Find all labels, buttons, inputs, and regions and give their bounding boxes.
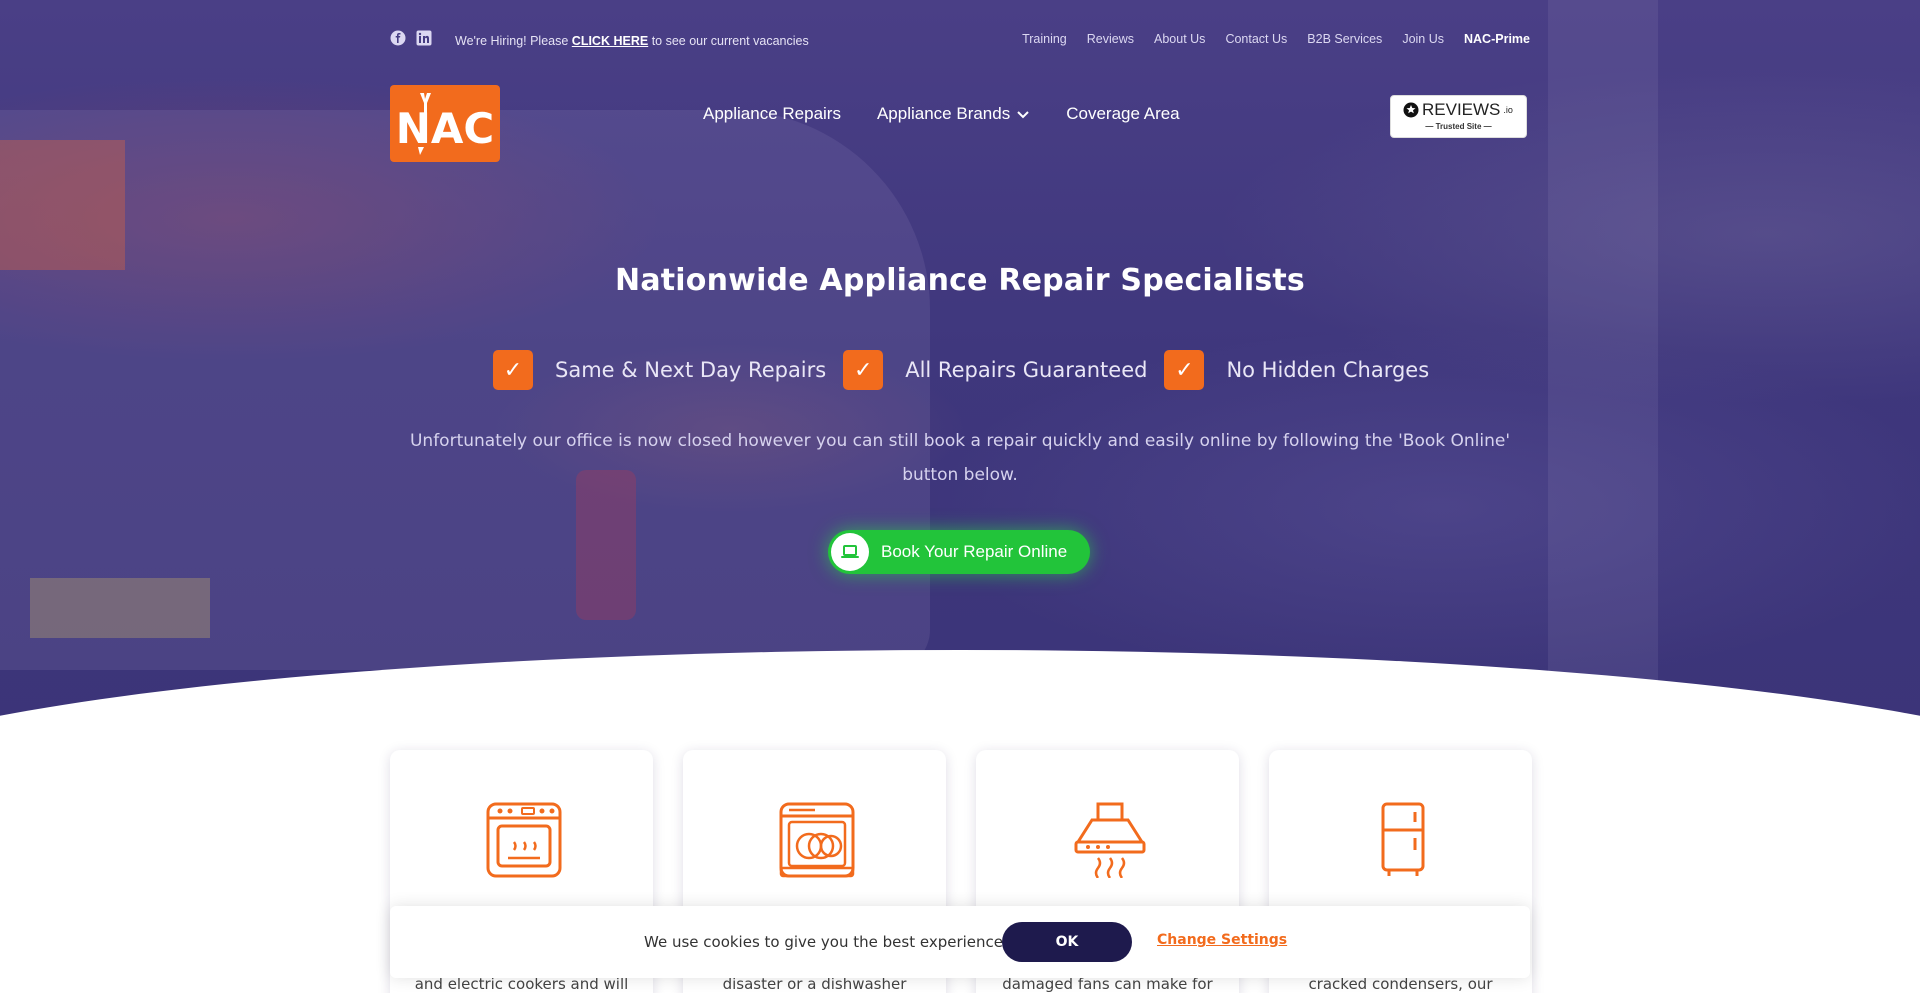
hiring-prefix: We're Hiring! Please [455,34,569,48]
hiring-notice: We're Hiring! Please CLICK HERE to see o… [455,34,809,48]
checkmark-icon: ✓ [843,350,884,390]
nav-coverage-area[interactable]: Coverage Area [1066,104,1179,124]
hiring-suffix: to see our current vacancies [651,34,809,48]
linkedin-icon[interactable] [416,30,432,46]
background-post [1548,0,1658,700]
checkmark-icon: ✓ [493,350,533,390]
background-van-logo [0,140,125,270]
book-repair-online-label: Book Your Repair Online [881,542,1068,561]
reviews-badge-name: REVIEWS [1422,100,1501,119]
star-icon [1403,102,1419,118]
top-link-nac-prime[interactable]: NAC-Prime [1464,32,1530,46]
office-closed-notice: Unfortunately our office is now closed h… [409,431,1511,485]
feature-label: Same & Next Day Repairs [555,358,827,382]
laptop-icon [831,533,869,571]
top-link-about-us[interactable]: About Us [1154,32,1205,46]
top-bar: We're Hiring! Please CLICK HERE to see o… [390,30,1530,54]
vacancies-link[interactable]: CLICK HERE [572,34,648,48]
main-nav: Appliance Repairs Appliance Brands Cover… [703,104,1180,124]
cookie-ok-button[interactable]: OK [1002,922,1132,962]
fridge-freezer-icon [1381,802,1425,876]
oven-icon [486,802,562,878]
top-link-reviews[interactable]: Reviews [1087,32,1134,46]
top-link-b2b-services[interactable]: B2B Services [1307,32,1382,46]
reviews-io-badge[interactable]: REVIEWS .io — Trusted Site — [1390,95,1527,138]
book-repair-online-button[interactable]: Book Your Repair Online [828,530,1090,574]
logo-text: NAC [396,104,494,153]
feature-label: No Hidden Charges [1226,358,1430,382]
social-links [390,30,432,46]
nac-logo[interactable]: NAC [390,85,500,162]
appliances-section-title: We repair the following appliances... [658,697,1262,731]
background-number-plate [30,578,210,638]
feature-label: All Repairs Guaranteed [905,358,1148,382]
nav-appliance-repairs[interactable]: Appliance Repairs [703,104,841,124]
feature-item: ✓ Same & Next Day Repairs [493,350,826,390]
dishwasher-icon [779,802,855,878]
reviews-badge-brand: REVIEWS .io [1403,100,1513,120]
feature-item: ✓ All Repairs Guaranteed [843,350,1147,390]
hero-title: Nationwide Appliance Repair Specialists [615,263,1305,298]
background-tail-light [576,470,636,620]
nav-appliance-brands-label: Appliance Brands [876,104,1011,123]
cookie-change-settings-link[interactable]: Change Settings [1157,932,1287,948]
reviews-badge-tagline: — Trusted Site — [1425,122,1492,131]
top-link-contact-us[interactable]: Contact Us [1225,32,1287,46]
nav-appliance-brands[interactable]: Appliance Brands [877,104,1030,124]
cookie-message: We use cookies to give you the best expe… [644,933,1008,951]
facebook-icon[interactable] [390,30,406,46]
checkmark-icon: ✓ [1164,350,1205,390]
chevron-down-icon [1017,111,1029,119]
top-link-join-us[interactable]: Join Us [1402,32,1444,46]
top-links: Training Reviews About Us Contact Us B2B… [1022,32,1530,46]
cookie-banner: We use cookies to give you the best expe… [390,906,1530,978]
feature-list: ✓ Same & Next Day Repairs ✓ All Repairs … [493,350,1429,390]
top-link-training[interactable]: Training [1022,32,1067,46]
reviews-badge-suffix: .io [1503,105,1513,115]
cooker-hood-icon [1074,802,1146,878]
feature-item: ✓ No Hidden Charges [1164,350,1429,390]
